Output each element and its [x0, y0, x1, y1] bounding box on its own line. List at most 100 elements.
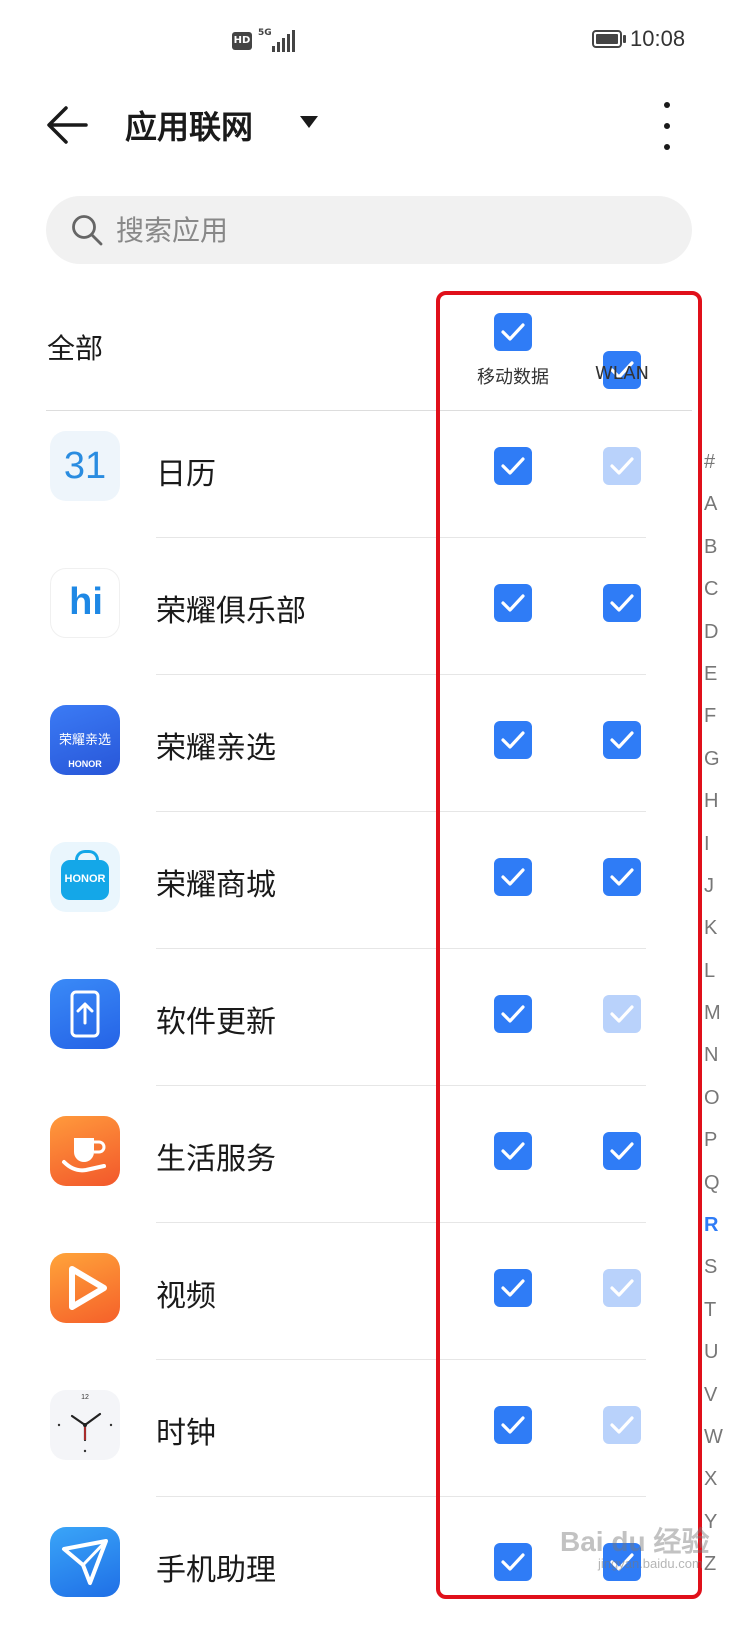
- more-options-icon[interactable]: [655, 98, 679, 154]
- honor-club-icon-text: hi: [69, 581, 103, 623]
- app-row-life-service: 生活服务: [0, 1096, 739, 1236]
- alphabet-index-letter[interactable]: B: [704, 526, 734, 568]
- mobile-data-checkbox[interactable]: [494, 1543, 532, 1581]
- alphabet-index-letter[interactable]: S: [704, 1246, 734, 1288]
- app-name: 软件更新: [156, 1005, 276, 1040]
- mobile-data-checkbox[interactable]: [494, 1406, 532, 1444]
- back-arrow-icon[interactable]: [40, 100, 96, 150]
- life-service-icon: [50, 1116, 120, 1186]
- alphabet-index-letter[interactable]: K: [704, 907, 734, 949]
- honor-choice-icon: 荣耀亲选 HONOR: [50, 705, 120, 775]
- mobile-data-checkbox[interactable]: [494, 584, 532, 622]
- app-bar: 应用联网: [0, 80, 739, 170]
- row-divider: [156, 948, 646, 949]
- wlan-checkbox[interactable]: [603, 1406, 641, 1444]
- alphabet-index-letter[interactable]: P: [704, 1119, 734, 1161]
- alphabet-index-letter[interactable]: Q: [704, 1162, 734, 1204]
- wlan-checkbox[interactable]: [603, 1132, 641, 1170]
- app-name: 手机助理: [156, 1553, 276, 1588]
- search-input[interactable]: [116, 196, 676, 264]
- alphabet-index-letter[interactable]: W: [704, 1416, 734, 1458]
- watermark-logo: Bai du 经验: [560, 1526, 710, 1557]
- honor-club-icon: hi: [50, 568, 120, 638]
- alphabet-index-letter[interactable]: X: [704, 1458, 734, 1500]
- wlan-column-label: WLAN: [594, 363, 650, 384]
- alphabet-index-letter[interactable]: G: [704, 738, 734, 780]
- app-name: 日历: [156, 457, 216, 492]
- row-divider: [156, 1085, 646, 1086]
- video-icon: [50, 1253, 120, 1323]
- app-row-software-update: 软件更新: [0, 959, 739, 1099]
- app-name: 生活服务: [156, 1142, 276, 1177]
- alphabet-index-letter[interactable]: O: [704, 1077, 734, 1119]
- alphabet-index-letter[interactable]: N: [704, 1034, 734, 1076]
- calendar-icon: 31: [50, 431, 120, 501]
- mobile-data-checkbox[interactable]: [494, 858, 532, 896]
- dropdown-caret-icon[interactable]: [300, 116, 318, 128]
- alphabet-index-letter[interactable]: V: [704, 1374, 734, 1416]
- app-name: 视频: [156, 1279, 216, 1314]
- honor-choice-icon-subtext: HONOR: [68, 759, 102, 769]
- row-divider: [156, 1222, 646, 1223]
- calendar-icon-date: 31: [63, 445, 107, 487]
- alphabet-index-bar[interactable]: # A B C D E F G H I J K L M N O P Q R S T U V W X Y Z: [704, 441, 734, 1586]
- alphabet-index-letter[interactable]: I: [704, 823, 734, 865]
- battery-tip: [623, 35, 626, 43]
- alphabet-index-letter[interactable]: F: [704, 695, 734, 737]
- status-time: 10:08: [630, 26, 686, 51]
- wlan-checkbox[interactable]: [603, 1269, 641, 1307]
- app-row-honor-choice: 荣耀亲选 HONOR 荣耀亲选: [0, 685, 739, 825]
- app-row-clock: 12 时钟: [0, 1370, 739, 1510]
- search-bar[interactable]: [46, 196, 692, 264]
- mobile-data-column-label: 移动数据: [477, 367, 549, 388]
- all-apps-label: 全部: [47, 332, 104, 365]
- wlan-checkbox[interactable]: [603, 584, 641, 622]
- alphabet-index-letter[interactable]: T: [704, 1289, 734, 1331]
- row-divider: [156, 811, 646, 812]
- all-apps-header-row: 全部 移动数据 WLAN: [0, 285, 739, 410]
- app-row-video: 视频: [0, 1233, 739, 1373]
- app-row-calendar: 31 日历: [0, 411, 739, 551]
- clock-icon: 12: [50, 1390, 120, 1460]
- row-divider: [156, 537, 646, 538]
- alphabet-index-letter[interactable]: E: [704, 653, 734, 695]
- alphabet-index-letter[interactable]: A: [704, 483, 734, 525]
- alphabet-index-letter[interactable]: H: [704, 780, 734, 822]
- status-bar: HD 5G 10:08: [0, 0, 739, 80]
- alphabet-index-letter[interactable]: #: [704, 441, 734, 483]
- app-row-honor-club: hi 荣耀俱乐部: [0, 548, 739, 688]
- network-type-label: 5G: [258, 28, 272, 38]
- alphabet-index-letter[interactable]: J: [704, 865, 734, 907]
- mobile-data-checkbox[interactable]: [494, 995, 532, 1033]
- software-update-icon: [50, 979, 120, 1049]
- app-name: 时钟: [156, 1416, 216, 1451]
- battery-icon: [592, 30, 622, 48]
- alphabet-index-letter[interactable]: M: [704, 992, 734, 1034]
- wlan-checkbox[interactable]: [603, 721, 641, 759]
- alphabet-index-letter[interactable]: L: [704, 950, 734, 992]
- alphabet-index-letter[interactable]: U: [704, 1331, 734, 1373]
- signal-strength-icon: [272, 30, 296, 52]
- mobile-data-checkbox[interactable]: [494, 1269, 532, 1307]
- row-divider: [156, 674, 646, 675]
- app-name: 荣耀亲选: [156, 731, 276, 766]
- wlan-checkbox[interactable]: [603, 447, 641, 485]
- alphabet-index-letter[interactable]: D: [704, 611, 734, 653]
- mobile-data-checkbox[interactable]: [494, 447, 532, 485]
- honor-choice-icon-text: 荣耀亲选: [58, 733, 111, 748]
- mobile-data-checkbox[interactable]: [494, 721, 532, 759]
- wlan-checkbox[interactable]: [603, 858, 641, 896]
- alphabet-index-letter[interactable]: C: [704, 568, 734, 610]
- shopping-bag-handle: [75, 850, 99, 867]
- honor-mall-icon: HONOR: [50, 842, 120, 912]
- mobile-data-select-all-checkbox[interactable]: [494, 313, 532, 351]
- app-row-honor-mall: HONOR 荣耀商城: [0, 822, 739, 962]
- search-icon: [72, 215, 103, 246]
- honor-mall-icon-text: HONOR: [64, 873, 106, 885]
- page-title[interactable]: 应用联网: [125, 102, 253, 148]
- wlan-checkbox[interactable]: [603, 995, 641, 1033]
- mobile-data-checkbox[interactable]: [494, 1132, 532, 1170]
- alphabet-index-letter[interactable]: R: [704, 1204, 734, 1246]
- watermark-url: jingyan.baidu.com: [598, 1556, 703, 1571]
- app-name: 荣耀俱乐部: [156, 594, 306, 629]
